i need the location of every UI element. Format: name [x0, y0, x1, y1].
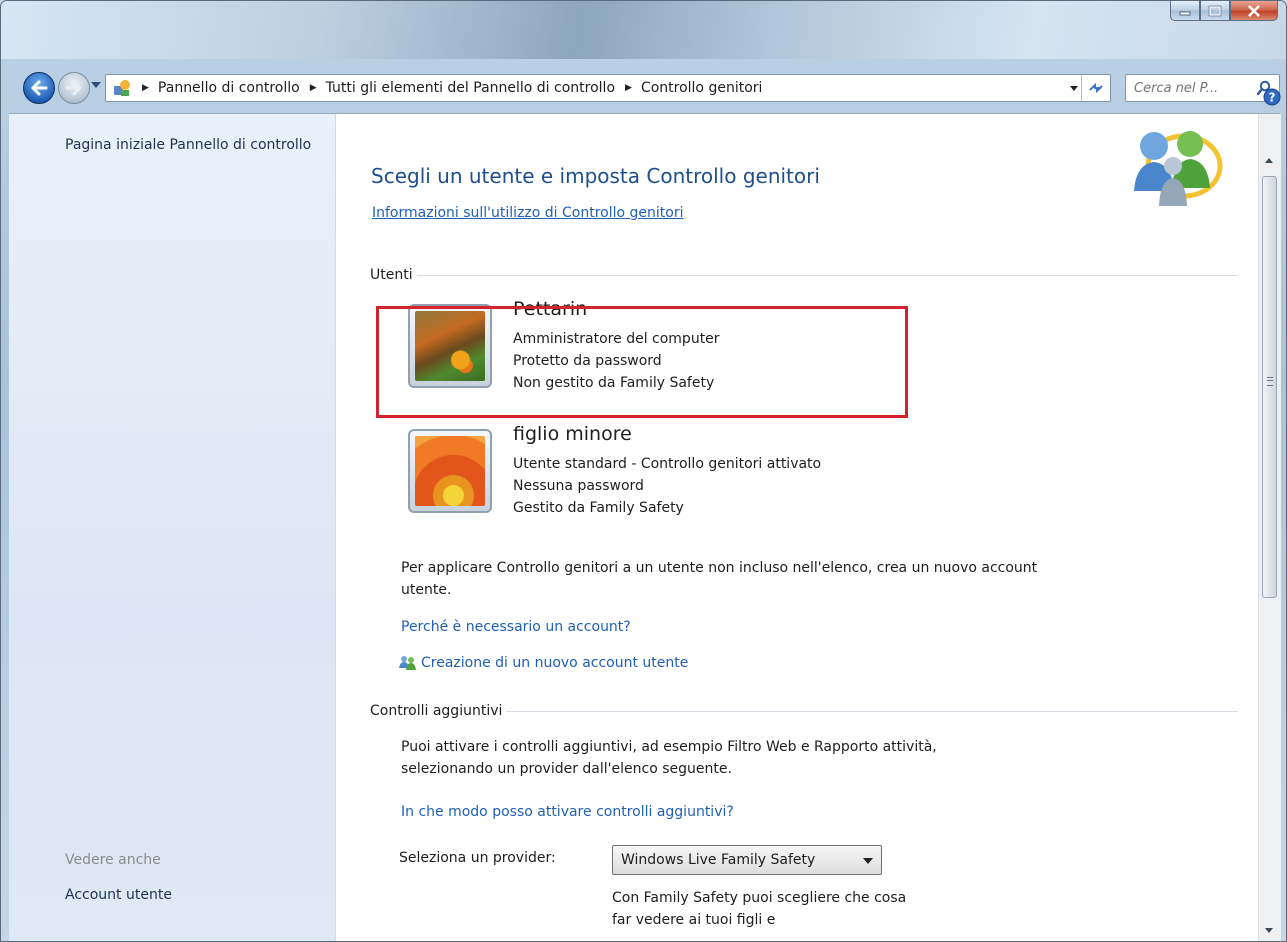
flower-picture	[415, 436, 485, 506]
page-title: Scegli un utente e imposta Controllo gen…	[371, 164, 820, 188]
vertical-scrollbar[interactable]	[1258, 114, 1281, 941]
provider-select[interactable]: Windows Live Family Safety	[612, 845, 882, 875]
arrow-left-icon	[31, 80, 48, 96]
chevron-right-icon[interactable]: ▶	[310, 83, 317, 93]
address-history-dropdown[interactable]	[1070, 86, 1078, 91]
additional-controls-text: Puoi attivare i controlli aggiuntivi, ad…	[401, 739, 937, 777]
users-section-label: Utenti	[370, 267, 413, 283]
chevron-down-icon	[863, 858, 873, 864]
search-input[interactable]	[1132, 79, 1256, 97]
sidebar-item-user-accounts[interactable]: Account utente	[65, 887, 172, 903]
caption-buttons	[1170, 1, 1278, 23]
help-icon[interactable]: ?	[1263, 88, 1281, 106]
grip-icon	[1267, 377, 1273, 386]
see-also-heading: Vedere anche	[65, 852, 161, 868]
add-user-note: Per applicare Controllo genitori a un ut…	[401, 560, 1038, 598]
users-section-header: Utenti	[370, 265, 1238, 285]
section-divider	[416, 274, 1238, 276]
svg-text:?: ?	[1269, 91, 1276, 105]
maximize-icon	[1208, 5, 1222, 16]
content-area: ? Pagina iniziale Pannello di controllo …	[9, 88, 1281, 941]
sidebar: Pagina iniziale Pannello di controllo Ve…	[9, 114, 336, 941]
scroll-up-button[interactable]	[1265, 158, 1273, 163]
why-account-link[interactable]: Perché è necessario un account?	[401, 619, 631, 635]
additional-controls-label: Controlli aggiuntivi	[370, 703, 503, 719]
breadcrumb-control-panel[interactable]: Pannello di controllo	[158, 80, 300, 96]
forward-button[interactable]	[58, 72, 90, 104]
avatar	[408, 304, 492, 388]
navigation-bar: ▶ Pannello di controllo ▶ Tutti gli elem…	[1, 68, 1286, 108]
breadcrumb-all-items[interactable]: Tutti gli elementi del Pannello di contr…	[326, 80, 615, 96]
chevron-right-icon[interactable]: ▶	[142, 83, 149, 93]
breadcrumb: ▶ Pannello di controllo ▶ Tutti gli elem…	[132, 80, 762, 96]
users-icon	[399, 656, 416, 670]
minimize-icon	[1179, 11, 1191, 15]
maximize-button[interactable]	[1200, 1, 1230, 21]
provider-description: Con Family Safety puoi scegliere che cos…	[612, 890, 907, 928]
chevron-right-icon[interactable]: ▶	[625, 83, 632, 93]
user-name: figlio minore	[513, 423, 632, 445]
sidebar-home-link[interactable]: Pagina iniziale Pannello di controllo	[65, 136, 315, 155]
breadcrumb-parental-controls[interactable]: Controllo genitori	[641, 80, 762, 96]
user-name: Pettarin	[513, 298, 588, 320]
user-family-safety-status: Gestito da Family Safety	[513, 500, 684, 516]
address-bar[interactable]: ▶ Pannello di controllo ▶ Tutti gli elem…	[105, 74, 1111, 102]
user-password-status: Protetto da password	[513, 353, 662, 369]
provider-label: Seleziona un provider:	[399, 850, 556, 866]
butterfly-picture	[415, 311, 485, 381]
user-password-status: Nessuna password	[513, 478, 644, 494]
scroll-thumb[interactable]	[1262, 176, 1277, 598]
back-button[interactable]	[23, 72, 55, 104]
close-button[interactable]	[1230, 1, 1278, 21]
how-to-activate-link[interactable]: In che modo posso attivare controlli agg…	[401, 804, 734, 820]
user-role: Amministratore del computer	[513, 331, 720, 347]
refresh-button[interactable]	[1081, 75, 1110, 101]
control-panel-icon	[114, 80, 130, 96]
scroll-down-button[interactable]	[1265, 928, 1273, 933]
create-account-link[interactable]: Creazione di un nuovo account utente	[398, 654, 688, 672]
provider-selected-value: Windows Live Family Safety	[621, 852, 816, 868]
main-panel: Scegli un utente e imposta Controllo gen…	[336, 114, 1258, 941]
user-tile-figlio-minore[interactable]: figlio minore Utente standard - Controll…	[408, 423, 908, 523]
user-role: Utente standard - Controllo genitori att…	[513, 456, 822, 472]
close-icon	[1248, 4, 1260, 17]
arrow-right-icon	[65, 80, 82, 96]
parental-controls-icon	[1134, 131, 1223, 206]
refresh-icon	[1089, 82, 1103, 94]
avatar	[408, 429, 492, 513]
create-account-label: Creazione di un nuovo account utente	[421, 655, 689, 671]
minimize-button[interactable]	[1170, 1, 1200, 21]
search-box[interactable]	[1125, 74, 1280, 102]
title-bar[interactable]	[1, 1, 1286, 59]
user-tile-pettarin[interactable]: Pettarin Amministratore del computer Pro…	[408, 298, 908, 398]
control-panel-window: ▶ Pannello di controllo ▶ Tutti gli elem…	[0, 0, 1287, 942]
recent-pages-dropdown[interactable]	[91, 82, 101, 88]
additional-controls-header: Controlli aggiuntivi	[370, 701, 1238, 721]
info-link[interactable]: Informazioni sull'utilizzo di Controllo …	[372, 205, 683, 221]
section-divider	[506, 710, 1238, 712]
user-family-safety-status: Non gestito da Family Safety	[513, 375, 715, 391]
